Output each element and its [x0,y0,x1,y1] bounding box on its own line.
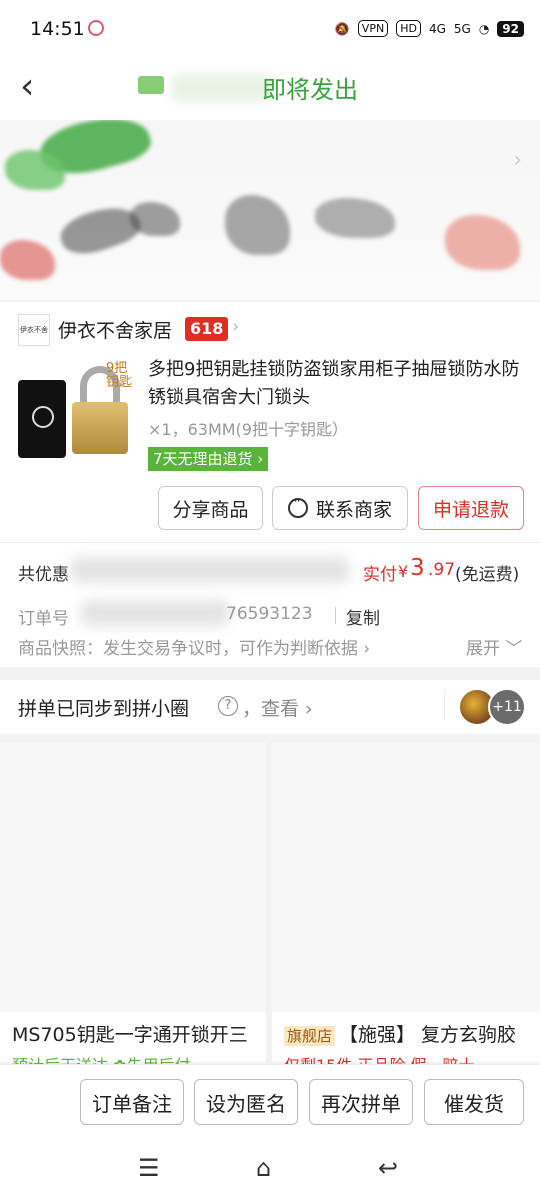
view-link[interactable]: ，查看 › [242,694,313,721]
share-label: 分享商品 [172,498,249,521]
chat-icon [287,494,308,518]
mute-icon: 🔕 [334,21,350,36]
shipping-note: (免运费) [455,565,520,585]
status-icons: 🔕 VPN HD 4G 5G ◔ 92 [335,20,524,37]
hd-icon: HD [396,20,421,37]
order-card: 伊衣不舍 伊衣不舍家居 618 › 9把钥匙 多把9把钥匙挂锁防盗锁家用柜子抽屉… [0,302,540,667]
refund-button[interactable]: 申请退款 [418,486,524,530]
menu-icon[interactable]: ☰ [138,1154,160,1182]
more-members-count[interactable]: +11 [488,688,526,726]
product-spec: ×1，63MM(9把十字钥匙） [148,420,348,439]
divider [0,542,540,543]
recommend-item-title-text: 【施强】 复方玄驹胶 [339,1024,517,1046]
blurred-title-segment [172,74,272,102]
pin-sync-text: 拼单已同步到拼小圈 [18,698,190,720]
status-bar: 14:51 🔕 VPN HD 4G 5G ◔ 92 [0,0,540,60]
recommend-item-title[interactable]: MS705钥匙一字通开锁开三 [12,1020,248,1047]
price-decimal: .97 [428,560,456,580]
order-status-banner: › [0,120,540,300]
contact-seller-button[interactable]: 联系商家 [272,486,408,530]
copy-order-button[interactable]: 复制 [346,604,380,629]
page-title: 即将发出 [262,76,358,104]
shop-logo[interactable]: 伊衣不舍 [18,314,50,346]
home-icon[interactable]: ⌂ [256,1154,271,1182]
divider [444,690,445,720]
product-image-label: 9把钥匙 [106,361,133,390]
page-header: ‹ 即将发出 [0,60,540,120]
product-title[interactable]: 多把9把钥匙挂锁防盗锁家用柜子抽屉锁防水防锈锁具宿舍大门锁头 [148,356,528,412]
order-number-label: 订单号 [18,609,69,629]
order-number-value: 76593123 [226,604,313,624]
reorder-label: 再次拼单 [321,1091,401,1116]
lock-body-black [18,380,66,458]
recommend-item-subtitle: 预计后天送达 ✿先用后付 [12,1052,191,1064]
set-anonymous-button[interactable]: 设为匿名 [194,1079,298,1125]
product-snapshot-link[interactable]: 商品快照：发生交易争议时，可作为判断依据 › [18,634,370,659]
vpn-icon: VPN [357,20,389,37]
chevron-right-icon[interactable]: › [513,148,522,173]
price-symbol: ¥ [398,562,409,581]
reorder-button[interactable]: 再次拼单 [309,1079,413,1125]
recommend-item-title[interactable]: 旗舰店 【施强】 复方玄驹胶 [284,1020,540,1047]
expand-button[interactable]: 展开 ﹀ [466,634,522,659]
blurred-discount-detail [70,557,350,583]
chevron-right-icon[interactable]: › [232,316,239,337]
help-icon[interactable]: ? [218,696,238,716]
order-note-label: 订单备注 [92,1091,172,1116]
shop-name[interactable]: 伊衣不舍家居 [58,316,172,343]
recommend-item-subtitle: 仅剩15件 正品险 假一赔十 [284,1052,475,1064]
blurred-order-number [80,600,230,626]
price-integer: 3 [410,555,425,581]
contact-label: 联系商家 [315,498,392,521]
urge-shipping-button[interactable]: 催发货 [424,1079,524,1125]
app-notification-icon [88,20,104,36]
flagship-badge: 旗舰店 [284,1026,336,1046]
discount-label: 共优惠 [18,565,69,585]
set-anonymous-label: 设为匿名 [206,1091,286,1116]
status-time: 14:51 [30,18,85,40]
system-nav-bar: ☰ ⌂ ↩ [0,1136,540,1199]
back-arrow-icon[interactable]: ‹ [20,66,34,107]
share-product-button[interactable]: 分享商品 [158,486,263,530]
back-icon[interactable]: ↩ [378,1154,398,1182]
order-note-button[interactable]: 订单备注 [80,1079,184,1125]
bottom-action-bar: 订单备注 设为匿名 再次拼单 催发货 [0,1064,540,1137]
signal-4g-icon: 4G [428,21,446,36]
signal-5g-icon: 5G [453,21,471,36]
battery-icon: 92 [497,20,524,37]
refund-label: 申请退款 [432,498,509,521]
product-image[interactable]: 9把钥匙 [18,360,136,460]
return-policy-tag[interactable]: 7天无理由退货 › [148,447,269,471]
padlock-icon [72,402,128,454]
divider [335,607,336,624]
wifi-icon: ◔ [478,21,490,36]
paid-label: 实付 [363,565,397,585]
promo-badge: 618 [185,317,229,341]
truck-icon [138,76,164,94]
urge-shipping-label: 催发货 [444,1091,504,1116]
pin-sync-bar[interactable]: 拼单已同步到拼小圈 ? ，查看 › +11 [0,680,540,734]
